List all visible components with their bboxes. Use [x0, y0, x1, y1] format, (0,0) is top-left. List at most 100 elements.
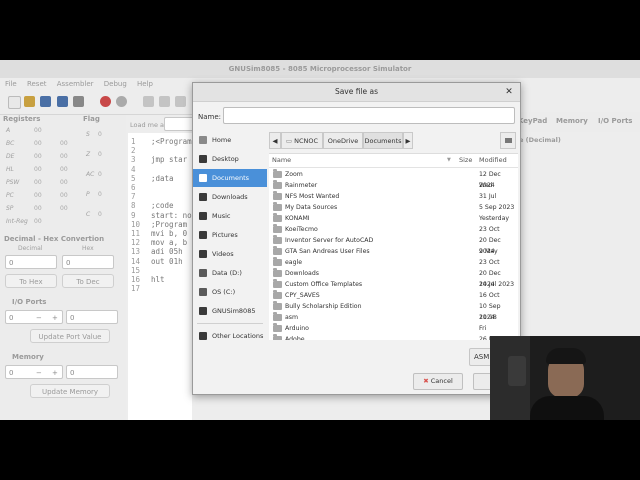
file-row[interactable]: My Data Sources 5 Sep 2023 — [269, 202, 518, 213]
file-row[interactable]: Zoom 12 Dec 2024 — [269, 169, 518, 189]
path-onedrive[interactable]: OneDrive — [323, 132, 363, 149]
path-back-icon[interactable]: ◀ — [269, 132, 281, 149]
drive-icon: ▭ — [285, 137, 293, 145]
tab-memory[interactable]: Memory — [556, 117, 588, 125]
io-plus-button[interactable]: + — [52, 311, 58, 325]
open-file-icon[interactable] — [24, 96, 35, 107]
decimal-input[interactable]: 0 — [5, 255, 57, 269]
column-size[interactable]: Size — [459, 154, 472, 167]
place-music[interactable]: Music — [193, 207, 267, 225]
save-icon[interactable] — [40, 96, 51, 107]
file-row[interactable]: Rainmeter Wed — [269, 180, 518, 191]
save-as-icon[interactable] — [57, 96, 68, 107]
update-memory-button[interactable]: Update Memory — [30, 384, 110, 398]
path-ncnoc[interactable]: ▭ NCNOC — [281, 132, 323, 149]
memory-value-input[interactable]: 0 — [66, 365, 118, 379]
menu-reset[interactable]: Reset — [27, 80, 47, 88]
place-data-d[interactable]: Data (D:) — [193, 264, 267, 282]
file-row[interactable]: NFS Most Wanted 31 Jul — [269, 191, 518, 202]
code-line[interactable]: hlt — [151, 275, 165, 284]
sort-chevron-icon[interactable]: ▼ — [447, 154, 451, 167]
flag-value: 0 — [98, 151, 102, 158]
file-row[interactable]: Downloads 20 Dec 2024 — [269, 268, 518, 288]
folder-icon — [273, 312, 282, 321]
step-in-icon[interactable] — [143, 96, 154, 107]
mem-plus-button[interactable]: + — [52, 366, 58, 380]
io-minus-button[interactable]: − — [36, 311, 42, 325]
code-line[interactable]: start: no — [151, 211, 192, 220]
place-other-locations[interactable]: Other Locations — [193, 327, 267, 345]
execute-icon[interactable] — [116, 96, 127, 107]
tab-keypad[interactable]: KeyPad — [518, 117, 547, 125]
file-row[interactable]: CPY_SAVES 16 Oct — [269, 290, 518, 301]
tab-io-ports[interactable]: I/O Ports — [598, 117, 632, 125]
register-value-low: 00 — [60, 205, 68, 212]
code-line[interactable]: ;data — [151, 174, 174, 183]
new-folder-icon[interactable] — [500, 132, 516, 149]
code-line[interactable]: ;code — [151, 201, 174, 210]
load-address-input[interactable] — [164, 117, 194, 131]
column-name[interactable]: Name — [272, 154, 291, 167]
code-editor[interactable]: 1 ;<Program 2 3 jmp star 4 5 ;data 6 7 8 ;code 9 star… — [128, 133, 192, 420]
code-line[interactable]: jmp star — [151, 155, 187, 164]
place-home[interactable]: Home — [193, 131, 267, 149]
file-row[interactable]: Inventor Server for AutoCAD 20 Dec 2024 — [269, 235, 518, 255]
file-row[interactable]: KoeiTecmo 23 Oct — [269, 224, 518, 235]
place-pictures[interactable]: Pictures — [193, 226, 267, 244]
mem-minus-button[interactable]: − — [36, 366, 42, 380]
menu-debug[interactable]: Debug — [104, 80, 127, 88]
new-file-icon[interactable] — [8, 96, 21, 109]
file-row[interactable]: Custom Office Templates 14 Jul 2023 — [269, 279, 518, 290]
menu-file[interactable]: File — [5, 80, 17, 88]
code-line[interactable]: mvi b, 0 — [151, 229, 187, 238]
path-documents[interactable]: Documents — [363, 132, 403, 149]
place-desktop[interactable]: Desktop — [193, 150, 267, 168]
file-row[interactable]: eagle 23 Oct — [269, 257, 518, 268]
path-forward-icon[interactable]: ▶ — [403, 132, 413, 149]
memory-title: Memory — [12, 353, 44, 361]
place-os-c[interactable]: OS (C:) — [193, 283, 267, 301]
other-locations-icon — [199, 332, 207, 340]
code-line[interactable]: ;<Program — [151, 137, 192, 146]
place-documents[interactable]: Documents — [193, 169, 267, 187]
assemble-icon[interactable] — [100, 96, 111, 107]
update-port-button[interactable]: Update Port Value — [30, 329, 110, 343]
line-number: 6 — [131, 183, 136, 192]
line-number: 12 — [131, 238, 141, 248]
cancel-button[interactable]: ✖ Cancel — [413, 373, 463, 390]
filename-input[interactable] — [223, 107, 515, 124]
io-value-input[interactable]: 0 — [66, 310, 118, 324]
register-value-low: 00 — [60, 140, 68, 147]
to-hex-button[interactable]: To Hex — [5, 274, 57, 288]
file-row[interactable]: Adobe 26 Jul — [269, 334, 518, 340]
file-row[interactable]: KONAMI Yesterday — [269, 213, 518, 224]
file-name: Rainmeter — [285, 182, 318, 189]
close-icon[interactable]: ✕ — [503, 86, 515, 98]
memory-address-stepper[interactable]: 0 − + — [5, 365, 63, 379]
code-line[interactable]: mov a, b — [151, 238, 187, 247]
file-modified: 5 Sep 2023 — [479, 204, 515, 211]
step-over-icon[interactable] — [159, 96, 170, 107]
code-line[interactable]: out 01h — [151, 257, 183, 266]
place-videos[interactable]: Videos — [193, 245, 267, 263]
file-row[interactable]: Arduino Fri — [269, 323, 518, 334]
to-dec-button[interactable]: To Dec — [62, 274, 114, 288]
hex-input[interactable]: 0 — [62, 255, 114, 269]
file-row[interactable]: GTA San Andreas User Files 9 May — [269, 246, 518, 257]
menu-help[interactable]: Help — [137, 80, 153, 88]
file-list[interactable]: Name ▼ Size Modified Zoom 12 Dec 2024 Rain… — [269, 153, 518, 340]
file-row[interactable]: Bully Scholarship Edition 10 Sep 2024 — [269, 301, 518, 321]
code-line[interactable]: ;Program — [151, 220, 187, 229]
place-downloads[interactable]: Downloads — [193, 188, 267, 206]
file-row[interactable]: asm 11:18 — [269, 312, 518, 323]
print-icon[interactable] — [73, 96, 84, 107]
load-me-at-label: Load me at — [130, 121, 167, 129]
menu-assembler[interactable]: Assembler — [57, 80, 94, 88]
file-list-header: Name ▼ Size Modified — [269, 154, 518, 168]
step-out-icon[interactable] — [175, 96, 186, 107]
column-modified[interactable]: Modified — [479, 154, 507, 167]
place-gnusim8085[interactable]: GNUSim8085 — [193, 302, 267, 320]
code-line[interactable]: adi 05h — [151, 247, 183, 256]
place-label: Videos — [212, 250, 234, 258]
io-port-stepper[interactable]: 0 − + — [5, 310, 63, 324]
